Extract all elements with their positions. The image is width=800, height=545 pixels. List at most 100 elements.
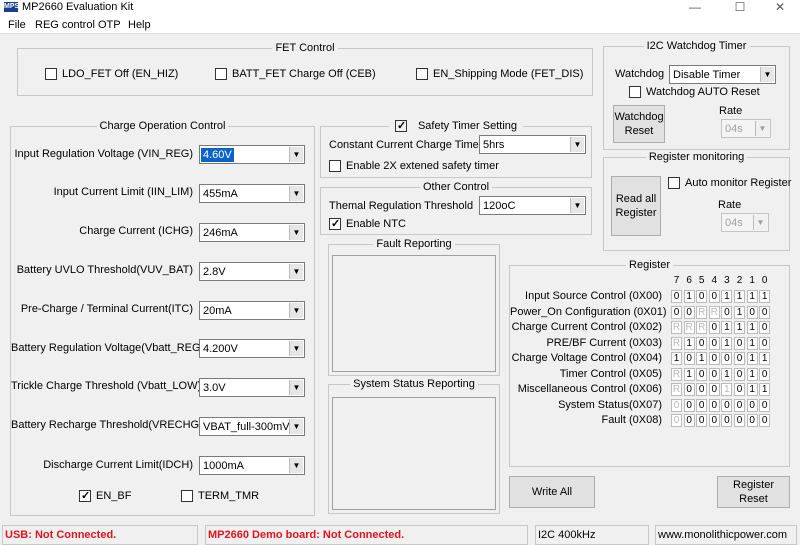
register-bit-cell[interactable]: 1 (683, 290, 695, 303)
chevron-down-icon[interactable]: ▼ (289, 186, 303, 201)
register-bit-cell[interactable]: 0 (721, 398, 733, 412)
idch-select[interactable]: 1000mA ▼ (199, 456, 305, 475)
register-bit-cell[interactable]: 0 (734, 383, 745, 396)
cc-timer-select[interactable]: 5hrs ▼ (479, 135, 586, 154)
close-icon[interactable]: ✕ (765, 0, 795, 16)
register-bit-cell[interactable]: 0 (759, 321, 771, 334)
register-bit-cell[interactable]: 0 (696, 290, 708, 303)
register-bit-cell[interactable]: 0 (708, 398, 720, 412)
chevron-down-icon[interactable]: ▼ (289, 147, 303, 162)
register-bit-cell[interactable]: 0 (734, 336, 745, 350)
register-bit-cell[interactable]: 0 (721, 305, 733, 319)
register-bit-cell[interactable]: 0 (721, 414, 733, 427)
en-shipping-mode-checkbox[interactable]: EN_Shipping Mode (FET_DIS) (416, 67, 583, 81)
register-bit-cell[interactable]: 0 (696, 367, 708, 381)
register-bit-cell[interactable]: 0 (759, 336, 771, 350)
register-bit-cell[interactable]: 0 (708, 367, 720, 381)
register-bit-cell[interactable]: 0 (746, 414, 758, 427)
register-reset-button[interactable]: Register Reset (717, 476, 790, 508)
register-bit-cell[interactable]: 0 (696, 398, 708, 412)
register-bit-cell[interactable]: 0 (696, 336, 708, 350)
auto-monitor-register-checkbox[interactable]: Auto monitor Register (668, 176, 791, 190)
vrechg-select[interactable]: VBAT_full-300mV ▼ (199, 417, 305, 436)
checkbox-box[interactable] (416, 68, 428, 80)
register-bit-cell[interactable]: 0 (721, 352, 733, 365)
watchdog-select[interactable]: Disable Timer ▼ (669, 65, 776, 84)
watchdog-auto-reset-checkbox[interactable]: Watchdog AUTO Reset (629, 85, 760, 99)
register-bit-cell[interactable]: 0 (734, 352, 745, 365)
register-bit-cell[interactable]: 0 (734, 398, 745, 412)
register-bit-cell[interactable]: R (683, 321, 695, 334)
register-bit-cell[interactable]: 0 (683, 352, 695, 365)
read-all-register-button[interactable]: Read all Register (611, 176, 661, 236)
register-bit-cell[interactable]: 1 (734, 305, 745, 319)
register-bit-cell[interactable]: 0 (671, 398, 682, 412)
ldo-fet-off-checkbox[interactable]: LDO_FET Off (EN_HIZ) (45, 67, 178, 81)
enable-ntc-checkbox[interactable]: Enable NTC (329, 217, 406, 231)
register-bit-cell[interactable]: 1 (721, 367, 733, 381)
chevron-down-icon[interactable]: ▼ (289, 419, 303, 434)
iin-lim-select[interactable]: 455mA ▼ (199, 184, 305, 203)
register-bit-cell[interactable]: 1 (759, 383, 771, 396)
term-tmr-checkbox[interactable]: TERM_TMR (181, 489, 259, 503)
chevron-down-icon[interactable]: ▼ (289, 264, 303, 279)
register-bit-cell[interactable]: 0 (683, 414, 695, 427)
checkbox-box[interactable] (668, 177, 680, 189)
register-bit-cell[interactable]: 0 (746, 398, 758, 412)
checkbox-box[interactable] (45, 68, 57, 80)
maximize-icon[interactable]: ☐ (725, 0, 755, 16)
register-bit-cell[interactable]: 0 (671, 305, 682, 319)
menu-help[interactable]: Help (128, 19, 151, 31)
register-bit-cell[interactable]: 0 (759, 367, 771, 381)
register-bit-cell[interactable]: 0 (683, 398, 695, 412)
thermal-regulation-select[interactable]: 120oC ▼ (479, 196, 586, 215)
register-bit-cell[interactable]: 0 (746, 305, 758, 319)
vbatt-reg-select[interactable]: 4.200V ▼ (199, 339, 305, 358)
watchdog-rate-select[interactable]: 04s ▼ (721, 119, 771, 138)
checkbox-box[interactable] (79, 489, 91, 503)
watchdog-reset-button[interactable]: Watchdog Reset (613, 105, 665, 143)
register-bit-cell[interactable]: R (671, 336, 682, 350)
register-bit-cell[interactable]: 0 (708, 352, 720, 365)
register-bit-cell[interactable]: 0 (671, 414, 682, 427)
register-bit-cell[interactable]: 0 (708, 383, 720, 396)
register-bit-cell[interactable]: 1 (683, 336, 695, 350)
register-bit-cell[interactable]: R (708, 305, 720, 319)
checkbox-box[interactable] (215, 68, 227, 80)
safety-timer-title-checkbox[interactable]: Safety Timer Setting (388, 119, 524, 133)
register-bit-cell[interactable]: 0 (708, 321, 720, 334)
register-bit-cell[interactable]: 1 (721, 336, 733, 350)
register-bit-cell[interactable]: 1 (746, 290, 758, 303)
register-bit-cell[interactable]: 0 (708, 336, 720, 350)
chevron-down-icon[interactable]: ▼ (289, 380, 303, 395)
register-bit-cell[interactable]: R (671, 321, 682, 334)
itc-select[interactable]: 20mA ▼ (199, 301, 305, 320)
chevron-down-icon[interactable]: ▼ (760, 67, 774, 82)
checkbox-box[interactable] (329, 217, 341, 231)
checkbox-box[interactable] (394, 119, 407, 133)
checkbox-box[interactable] (181, 490, 193, 502)
register-bit-cell[interactable]: 1 (746, 383, 758, 396)
chevron-down-icon[interactable]: ▼ (753, 215, 767, 230)
menu-otp[interactable]: OTP (98, 19, 121, 31)
chevron-down-icon[interactable]: ▼ (570, 198, 584, 213)
register-bit-cell[interactable]: 0 (683, 305, 695, 319)
register-bit-cell[interactable]: 0 (734, 367, 745, 381)
register-bit-cell[interactable]: 1 (683, 367, 695, 381)
register-bit-cell[interactable]: 0 (734, 414, 745, 427)
menu-file[interactable]: File (8, 19, 26, 31)
register-bit-cell[interactable]: 0 (696, 383, 708, 396)
register-bit-cell[interactable]: 1 (671, 352, 682, 365)
register-bit-cell[interactable]: 1 (759, 352, 771, 365)
enable-2x-safety-timer-checkbox[interactable]: Enable 2X extened safety timer (329, 159, 499, 173)
chevron-down-icon[interactable]: ▼ (289, 341, 303, 356)
chevron-down-icon[interactable]: ▼ (570, 137, 584, 152)
register-bit-cell[interactable]: 1 (746, 321, 758, 334)
register-bit-cell[interactable]: 1 (734, 290, 745, 303)
batt-fet-charge-off-checkbox[interactable]: BATT_FET Charge Off (CEB) (215, 67, 376, 81)
vin-reg-select[interactable]: 4.60V ▼ (199, 145, 305, 164)
chevron-down-icon[interactable]: ▼ (755, 121, 769, 136)
register-bit-cell[interactable]: 0 (683, 383, 695, 396)
register-bit-cell[interactable]: 1 (746, 367, 758, 381)
register-bit-cell[interactable]: 1 (721, 290, 733, 303)
